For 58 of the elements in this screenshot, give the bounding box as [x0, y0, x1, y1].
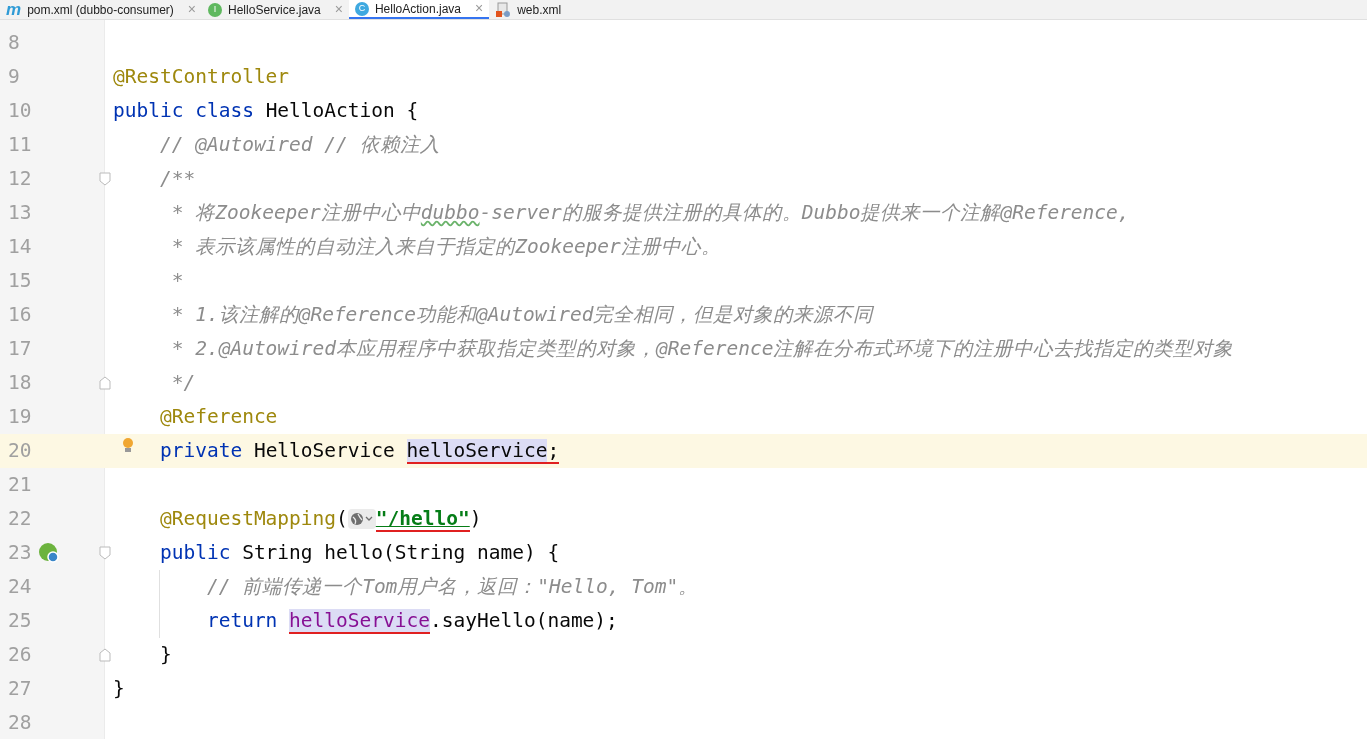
- code-text: }: [113, 676, 125, 703]
- fold-end-icon[interactable]: [99, 648, 111, 662]
- line-number: 13: [8, 200, 33, 227]
- fold-start-icon[interactable]: [99, 172, 111, 186]
- code-text: */: [170, 370, 196, 397]
- spring-bean-icon[interactable]: [38, 542, 60, 564]
- code-text: // @Autowired // 依赖注入: [158, 132, 440, 159]
- code-text: // 前端传递一个Tom用户名，返回："Hello, Tom"。: [205, 574, 699, 601]
- code-text: }: [158, 642, 172, 669]
- code-text: private HelloService helloService;: [158, 438, 560, 466]
- maven-icon: m: [6, 1, 22, 18]
- line-number: 26: [8, 642, 33, 669]
- editor-tab[interactable]: web.xml: [489, 0, 568, 19]
- editor-tab[interactable]: C HelloAction.java ×: [348, 0, 490, 19]
- line-number: 22: [8, 506, 33, 533]
- tab-label: web.xml: [517, 1, 562, 19]
- fold-start-icon[interactable]: [99, 546, 111, 560]
- code-text: /**: [158, 166, 196, 193]
- code-text: *: [170, 268, 184, 295]
- line-number: 27: [8, 676, 33, 703]
- code-text: "/hello"): [375, 506, 482, 534]
- tab-label: pom.xml (dubbo-consumer): [27, 1, 174, 19]
- code-text: * 2.@Autowired本应用程序中获取指定类型的对象，@Reference注解在分布式环境下的注册中心去找指定的类型对象: [170, 336, 1234, 363]
- interface-icon: I: [208, 2, 223, 17]
- code-text: public class HelloAction {: [113, 98, 419, 125]
- tab-label: HelloAction.java: [374, 0, 461, 18]
- code-text: @Reference: [158, 404, 278, 431]
- line-number: 12: [8, 166, 33, 193]
- line-number: 19: [8, 404, 33, 431]
- class-icon: C: [354, 1, 369, 16]
- line-number: 15: [8, 268, 33, 295]
- tab-label: HelloService.java: [228, 1, 321, 19]
- code-text: public String hello(String name) {: [158, 540, 560, 567]
- lightbulb-icon[interactable]: [122, 437, 134, 455]
- line-number: 24: [8, 574, 33, 601]
- line-number: 20: [8, 438, 33, 465]
- fold-end-icon[interactable]: [99, 376, 111, 390]
- line-number: 11: [8, 132, 33, 159]
- code-text: return helloService.sayHello(name);: [205, 608, 618, 636]
- editor-tab[interactable]: I HelloService.java ×: [202, 0, 349, 19]
- line-number: 25: [8, 608, 33, 635]
- globe-dropdown-icon[interactable]: [347, 509, 376, 529]
- line-number: 9: [8, 64, 21, 91]
- line-number: 23: [8, 540, 33, 567]
- editor-tab[interactable]: m pom.xml (dubbo-consumer) ×: [0, 0, 203, 19]
- code-text: * 表示该属性的自动注入来自于指定的Zookeeper注册中心。: [170, 234, 721, 261]
- line-number: 16: [8, 302, 33, 329]
- code-text: @RequestMapping(: [158, 506, 348, 533]
- line-number: 14: [8, 234, 33, 261]
- line-number: 28: [8, 710, 33, 737]
- line-number: 17: [8, 336, 33, 363]
- line-number: 18: [8, 370, 33, 397]
- line-number: 8: [8, 30, 21, 57]
- code-text: @RestController: [113, 64, 290, 91]
- line-number: 21: [8, 472, 33, 499]
- code-text: * 将Zookeeper注册中心中dubbo-server的服务提供注册的具体的。Dubbo提供来一个注解@Reference,: [170, 200, 1130, 227]
- code-text: * 1.该注解的@Reference功能和@Autowired完全相同，但是对象的来源不同: [170, 302, 874, 329]
- line-number: 10: [8, 98, 33, 125]
